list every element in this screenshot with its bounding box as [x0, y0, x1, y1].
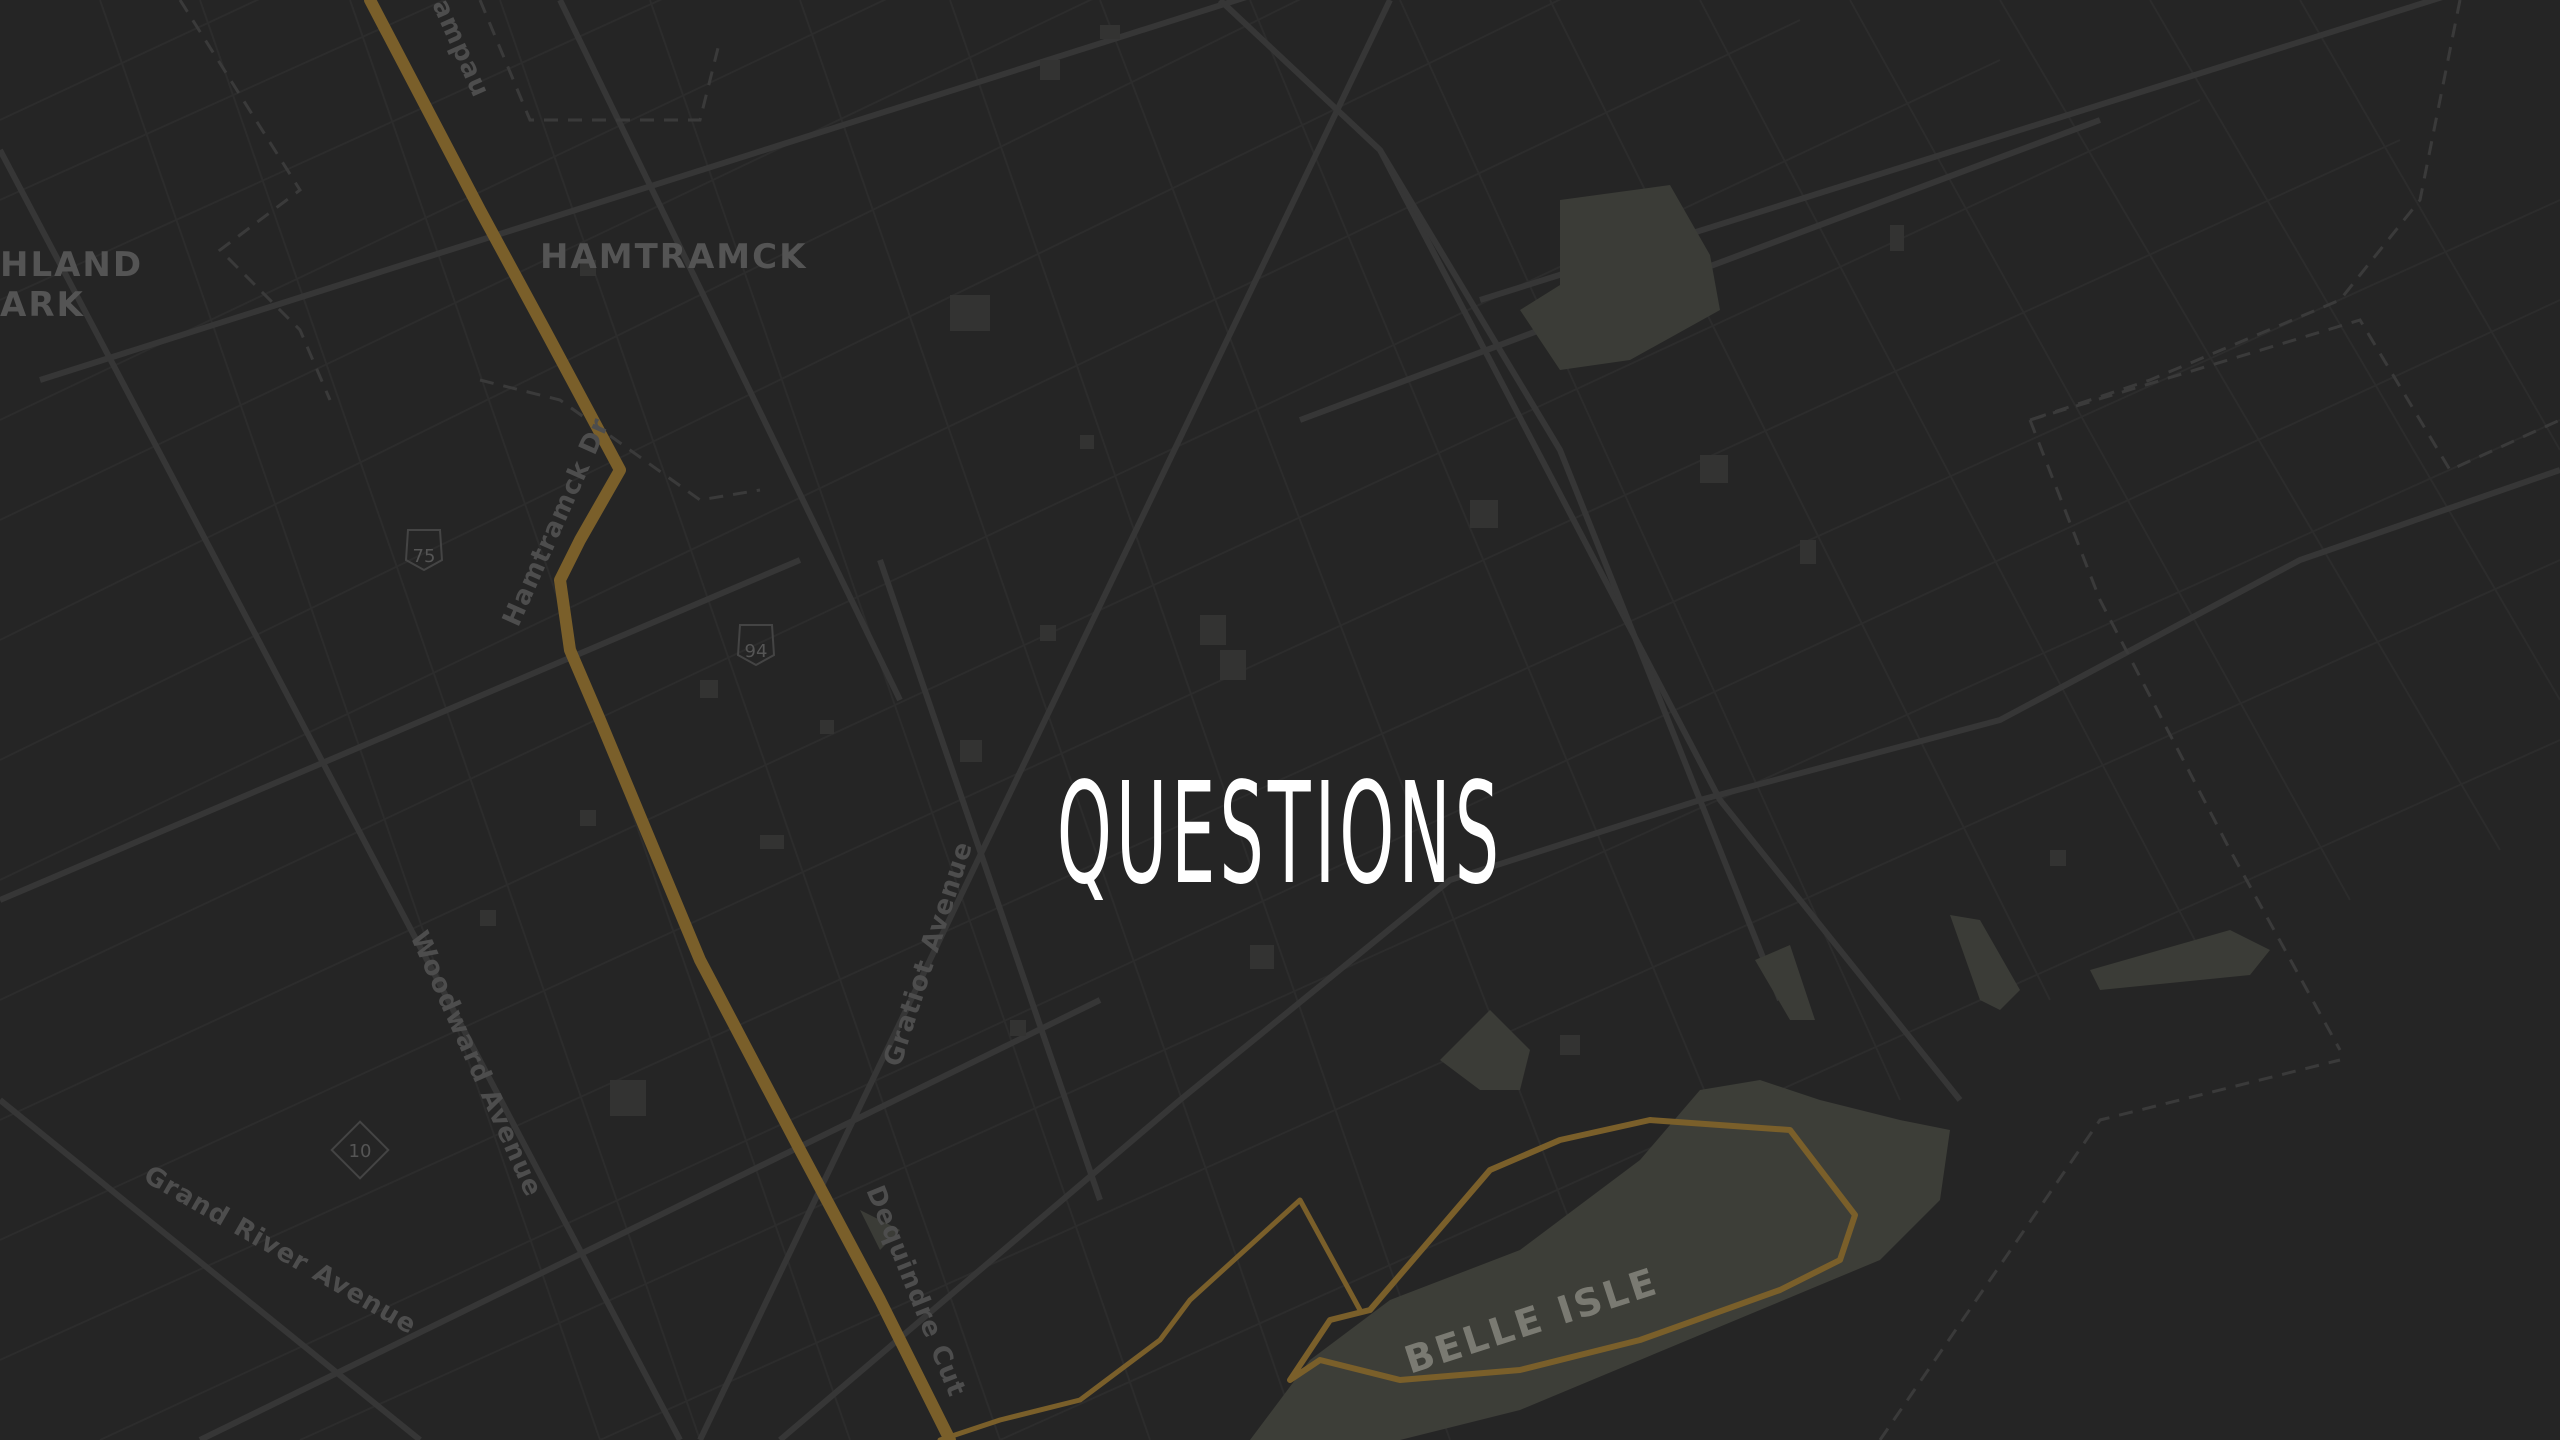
map-background: 75 94 10 HAMTRAMCK HLAND ARK Hamtramck D… — [0, 0, 2560, 1440]
svg-text:75: 75 — [413, 546, 436, 567]
slide-title: QUESTIONS — [1056, 752, 1504, 916]
label-hamtramck: HAMTRAMCK — [540, 237, 807, 277]
label-highland-park-1: HLAND — [0, 245, 143, 285]
label-highland-park-2: ARK — [0, 285, 85, 325]
svg-text:10: 10 — [349, 1141, 372, 1162]
svg-text:94: 94 — [745, 641, 768, 662]
